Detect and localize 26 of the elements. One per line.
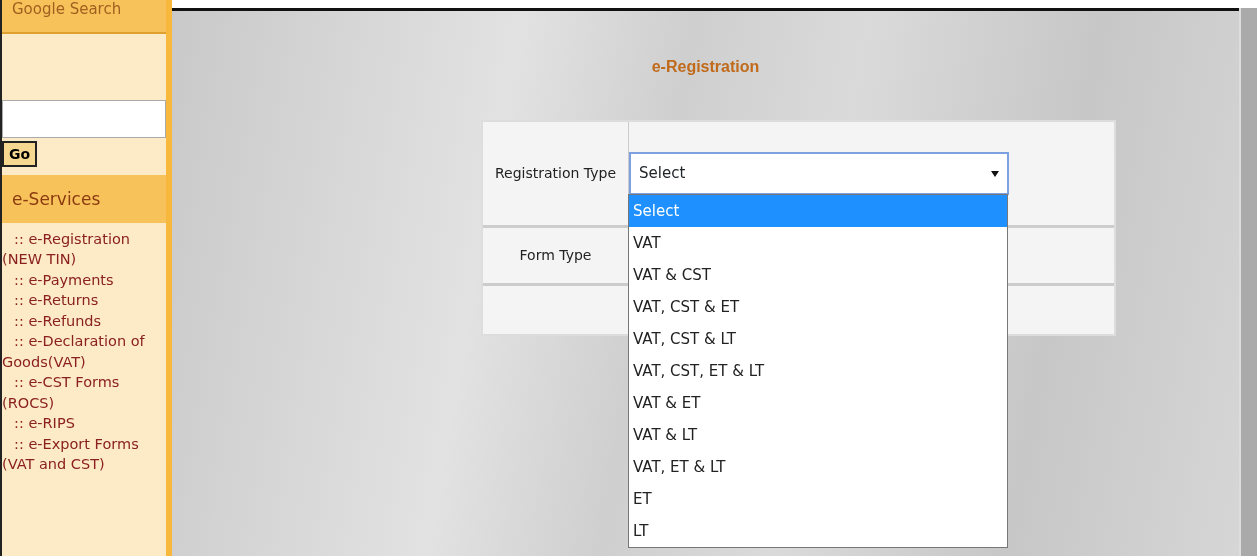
sidebar-link[interactable]: :: e-RIPS (2, 413, 166, 434)
scrollbar[interactable] (1239, 8, 1257, 556)
dropdown-option[interactable]: VAT & CST (629, 259, 1007, 291)
dropdown-option[interactable]: VAT & LT (629, 419, 1007, 451)
caret-icon (991, 169, 999, 178)
search-field[interactable] (2, 100, 166, 138)
dropdown-option[interactable]: VAT & ET (629, 387, 1007, 419)
dropdown-option[interactable]: VAT, ET & LT (629, 451, 1007, 483)
sidebar-link[interactable]: :: e-Payments (2, 269, 166, 290)
dropdown-option[interactable]: VAT, CST & ET (629, 291, 1007, 323)
sidebar-link[interactable]: :: e-CST Forms (ROCS) (2, 372, 166, 413)
sidebar-link[interactable]: :: e-Declaration of Goods(VAT) (2, 331, 166, 372)
sidebar-link[interactable]: :: e-Export Forms (VAT and CST) (2, 433, 166, 475)
dropdown-option[interactable]: LT (629, 515, 1007, 547)
sidebar-link[interactable]: :: e-Returns (2, 290, 166, 311)
sidebar-link[interactable]: :: e-Refunds (2, 310, 166, 331)
search-heading: Google Search (2, 0, 166, 34)
registration-type-select[interactable]: Select (629, 152, 1009, 195)
section-title: e-Services (2, 175, 166, 223)
page-title: e-Registration (650, 57, 761, 77)
dropdown-option[interactable]: VAT (629, 227, 1007, 259)
dropdown-option[interactable]: VAT, CST, ET & LT (629, 355, 1007, 387)
dropdown-option[interactable]: VAT, CST & LT (629, 323, 1007, 355)
sidebar-link[interactable]: :: e-Registration (NEW TIN) (2, 228, 166, 270)
go-button[interactable]: Go (2, 141, 38, 167)
dropdown-option[interactable]: ET (629, 483, 1007, 515)
